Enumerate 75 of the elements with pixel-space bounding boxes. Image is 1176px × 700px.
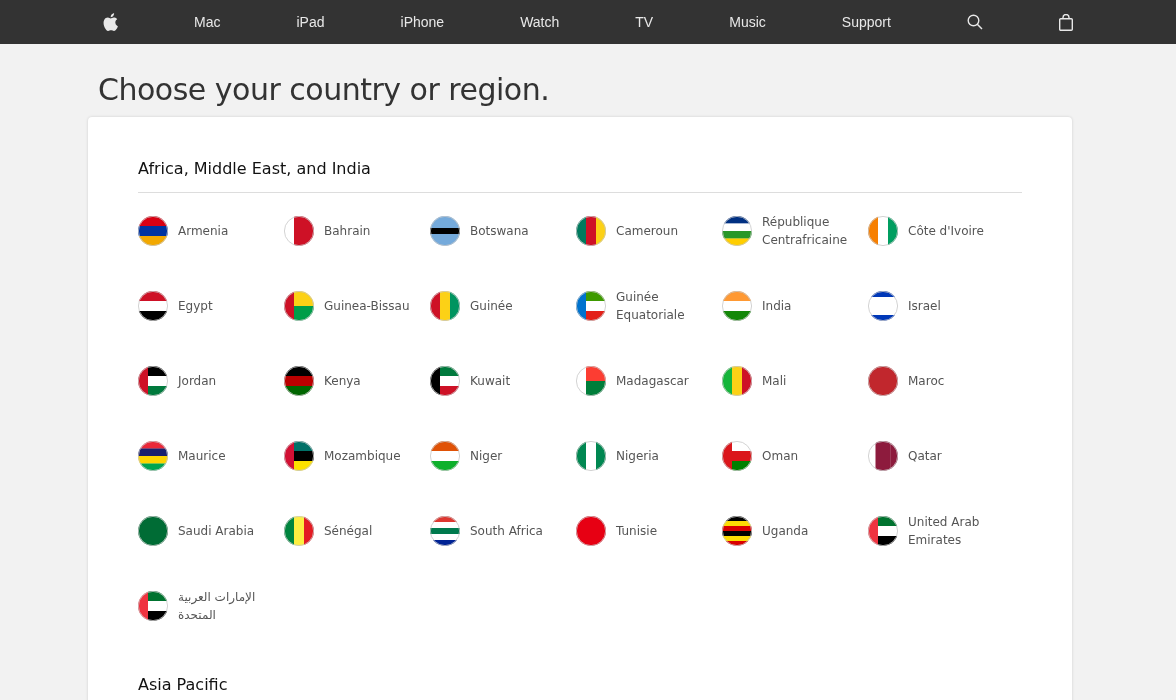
flag-icon bbox=[284, 215, 314, 246]
nav-link[interactable]: iPhone bbox=[400, 14, 445, 30]
country-link[interactable]: United Arab Emirates bbox=[908, 512, 1008, 549]
country-link[interactable]: South Africa bbox=[470, 521, 543, 540]
flag-icon bbox=[576, 365, 606, 396]
country-link[interactable]: Cameroun bbox=[616, 221, 679, 240]
country-link[interactable]: Nigeria bbox=[616, 446, 659, 465]
country-link[interactable]: Mali bbox=[762, 371, 787, 390]
country-link[interactable]: Tunisie bbox=[616, 521, 658, 540]
nav-link[interactable]: iPad bbox=[296, 14, 325, 30]
country-link[interactable]: République Centrafricaine bbox=[762, 212, 862, 249]
country-link[interactable]: Kenya bbox=[324, 371, 361, 390]
country-link[interactable]: Guinée Equatoriale bbox=[616, 287, 716, 324]
flag-icon bbox=[138, 215, 168, 246]
page-title: Choose your country or region. bbox=[97, 71, 551, 109]
country-link[interactable]: Israel bbox=[908, 296, 941, 315]
flag-icon bbox=[576, 215, 606, 246]
shopping-bag-icon[interactable] bbox=[1058, 13, 1073, 31]
flag-icon bbox=[430, 440, 460, 471]
flag-icon bbox=[576, 440, 606, 471]
flag-icon bbox=[430, 290, 460, 321]
country-link[interactable]: الإمارات العربية المتحدة bbox=[178, 587, 278, 624]
country-link[interactable]: Jordan bbox=[178, 371, 217, 390]
country-link[interactable]: Mozambique bbox=[324, 446, 401, 465]
country-link[interactable]: Maurice bbox=[178, 446, 226, 465]
country-link[interactable]: Côte d'Ivoire bbox=[908, 221, 984, 240]
country-link[interactable]: Niger bbox=[470, 446, 503, 465]
country-link[interactable]: Qatar bbox=[908, 446, 942, 465]
flag-icon bbox=[284, 365, 314, 396]
search-icon[interactable] bbox=[966, 14, 983, 30]
flag-icon bbox=[722, 440, 752, 471]
country-link[interactable]: India bbox=[762, 296, 792, 315]
nav-link[interactable]: Support bbox=[841, 14, 891, 30]
flag-icon bbox=[138, 365, 168, 396]
flag-icon bbox=[138, 440, 168, 471]
country-link[interactable]: Maroc bbox=[908, 371, 945, 390]
flag-icon bbox=[284, 515, 314, 546]
flag-icon bbox=[284, 290, 314, 321]
country-link[interactable]: Armenia bbox=[178, 221, 229, 240]
nav-link[interactable]: TV bbox=[635, 14, 654, 30]
country-link[interactable]: Botswana bbox=[470, 221, 529, 240]
flag-icon bbox=[722, 215, 752, 246]
country-link[interactable]: Saudi Arabia bbox=[178, 521, 255, 540]
nav-link[interactable]: Mac bbox=[194, 14, 221, 30]
country-link[interactable]: Sénégal bbox=[324, 521, 373, 540]
country-link[interactable]: Uganda bbox=[762, 521, 809, 540]
region-heading: Asia Pacific bbox=[138, 675, 229, 696]
flag-icon bbox=[430, 365, 460, 396]
flag-icon bbox=[722, 365, 752, 396]
flag-icon bbox=[138, 515, 168, 546]
country-link[interactable]: Madagascar bbox=[616, 371, 689, 390]
flag-icon bbox=[868, 440, 898, 471]
flag-icon bbox=[868, 215, 898, 246]
country-link[interactable]: Oman bbox=[762, 446, 799, 465]
flag-icon bbox=[722, 290, 752, 321]
flag-icon bbox=[868, 515, 898, 546]
flag-icon bbox=[430, 515, 460, 546]
nav-link[interactable]: Music bbox=[729, 14, 766, 30]
flag-icon bbox=[576, 515, 606, 546]
flag-icon bbox=[868, 365, 898, 396]
country-link[interactable]: Kuwait bbox=[470, 371, 511, 390]
nav-link[interactable]: Watch bbox=[520, 14, 560, 30]
flag-icon bbox=[722, 515, 752, 546]
country-link[interactable]: Guinea-Bissau bbox=[324, 296, 410, 315]
apple-logo-icon[interactable] bbox=[103, 13, 118, 31]
flag-icon bbox=[576, 290, 606, 321]
flag-icon bbox=[138, 590, 168, 621]
flag-icon bbox=[138, 290, 168, 321]
region-heading: Africa, Middle East, and India bbox=[138, 159, 372, 180]
flag-icon bbox=[284, 440, 314, 471]
country-link[interactable]: Guinée bbox=[470, 296, 513, 315]
flag-icon bbox=[868, 290, 898, 321]
country-link[interactable]: Bahrain bbox=[324, 221, 371, 240]
flag-icon bbox=[430, 215, 460, 246]
country-link[interactable]: Egypt bbox=[178, 296, 213, 315]
